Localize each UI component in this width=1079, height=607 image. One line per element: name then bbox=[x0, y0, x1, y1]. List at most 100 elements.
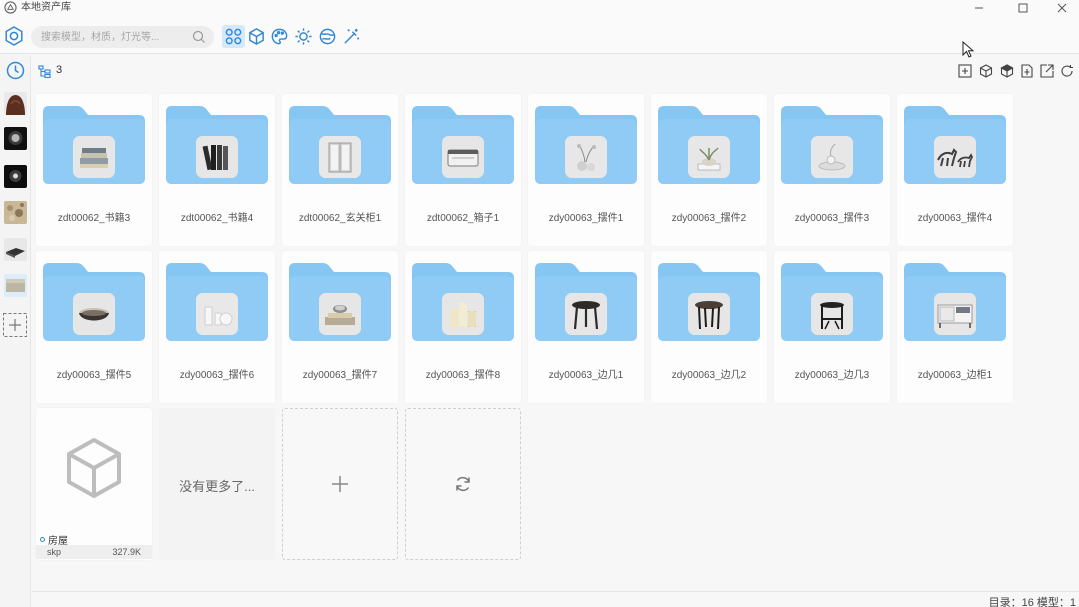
minimize-button[interactable] bbox=[959, 0, 999, 16]
filter-materials-button[interactable] bbox=[268, 25, 291, 48]
import-icon bbox=[1021, 64, 1033, 78]
folder-thumbnail bbox=[688, 293, 730, 335]
maximize-button[interactable] bbox=[1003, 0, 1043, 16]
folder-label: zdy00063_摆件4 bbox=[917, 213, 993, 224]
mouse-cursor-icon bbox=[962, 41, 975, 58]
settings-gear-icon[interactable] bbox=[3, 25, 25, 47]
folder-card[interactable]: zdt00062_玄关柜1 bbox=[282, 94, 398, 246]
plus-icon bbox=[332, 476, 348, 492]
folder-card[interactable]: zdy00063_摆件7 bbox=[282, 251, 398, 403]
search-icon[interactable] bbox=[192, 30, 206, 44]
folder-card[interactable]: zdy00063_摆件8 bbox=[405, 251, 521, 403]
add-library-icon[interactable] bbox=[2, 312, 28, 338]
folder-card[interactable]: zdy00063_摆件6 bbox=[159, 251, 275, 403]
folder-thumbnail bbox=[442, 293, 484, 335]
folder-label: zdt00062_书籍4 bbox=[180, 213, 254, 224]
folder-thumbnail bbox=[565, 136, 607, 178]
folder-card[interactable]: zdy00063_摆件5 bbox=[36, 251, 152, 403]
folder-tree-icon bbox=[38, 65, 51, 78]
import-button[interactable] bbox=[1019, 63, 1035, 79]
grid-four-icon bbox=[225, 28, 242, 45]
search-input[interactable] bbox=[41, 29, 186, 45]
search-box bbox=[31, 26, 214, 48]
maximize-icon bbox=[1018, 3, 1028, 13]
cube-solid-icon bbox=[1000, 64, 1014, 78]
status-dot bbox=[40, 537, 45, 542]
folder-card[interactable]: zdy00063_摆件3 bbox=[774, 94, 890, 246]
folder-thumbnail bbox=[196, 293, 238, 335]
cube-outline-icon bbox=[979, 64, 993, 78]
folder-label: zdt00062_书籍3 bbox=[57, 213, 131, 224]
refresh-icon bbox=[1061, 65, 1073, 77]
reload-grid-button[interactable] bbox=[405, 408, 521, 560]
material-brown-thumb-icon[interactable] bbox=[4, 92, 27, 115]
model-placeholder-cube-icon bbox=[67, 438, 121, 498]
close-button[interactable] bbox=[1042, 0, 1079, 16]
add-model-button[interactable] bbox=[978, 63, 994, 79]
filter-lights-button[interactable] bbox=[292, 25, 315, 48]
folder-label: zdy00063_摆件1 bbox=[548, 213, 624, 224]
top-toolbar bbox=[0, 16, 1079, 54]
folder-label: zdy00063_边几3 bbox=[794, 370, 870, 381]
folder-thumbnail bbox=[565, 293, 607, 335]
model-format: skp bbox=[47, 547, 62, 557]
folder-label: zdy00063_摆件3 bbox=[794, 213, 870, 224]
device-thumb-icon[interactable] bbox=[4, 238, 27, 261]
refresh-button[interactable] bbox=[1059, 63, 1075, 79]
folder-label: zdy00063_摆件6 bbox=[179, 370, 255, 381]
add-folder-icon bbox=[958, 64, 972, 78]
folder-thumbnail bbox=[73, 136, 115, 178]
no-more-text: 没有更多了... bbox=[179, 479, 255, 494]
folder-thumbnail bbox=[811, 136, 853, 178]
folder-label: zdy00063_摆件8 bbox=[425, 370, 501, 381]
folder-label: zdt00062_箱子1 bbox=[426, 213, 500, 224]
sun-light-icon bbox=[295, 28, 312, 45]
folder-label: zdy00063_摆件7 bbox=[302, 370, 378, 381]
folder-thumbnail bbox=[934, 293, 976, 335]
refresh-icon bbox=[456, 476, 470, 492]
folder-card[interactable]: zdy00063_摆件1 bbox=[528, 94, 644, 246]
folder-card[interactable]: zdt00062_箱子1 bbox=[405, 94, 521, 246]
folder-card[interactable]: zdy00063_边几3 bbox=[774, 251, 890, 403]
folder-card[interactable]: zdt00062_书籍3 bbox=[36, 94, 152, 246]
folder-card[interactable]: zdy00063_摆件4 bbox=[897, 94, 1013, 246]
folder-card[interactable]: zdy00063_边几2 bbox=[651, 251, 767, 403]
folder-label: zdt00062_玄关柜1 bbox=[298, 213, 382, 224]
filter-effects-button[interactable] bbox=[340, 25, 363, 48]
left-library-rail bbox=[0, 55, 31, 607]
no-more-placeholder: 没有更多了... bbox=[159, 408, 275, 560]
folder-thumbnail bbox=[442, 136, 484, 178]
filter-all-button[interactable] bbox=[222, 25, 245, 48]
close-icon bbox=[1057, 3, 1067, 13]
light-glow-thumb-icon[interactable] bbox=[4, 165, 27, 188]
filter-models-button[interactable] bbox=[245, 25, 268, 48]
folder-thumbnail bbox=[811, 293, 853, 335]
model-card-house[interactable]: 房屋 skp 327.9K bbox=[36, 408, 152, 560]
filter-environment-button[interactable] bbox=[316, 25, 339, 48]
asset-library-window: 本地资产库 搜索模型，材质，灯光等... 3 zdt00062_书籍3 zdt0… bbox=[0, 0, 1079, 607]
folder-thumbnail bbox=[73, 293, 115, 335]
export-button[interactable] bbox=[1039, 63, 1055, 79]
add-asset-button[interactable] bbox=[282, 408, 398, 560]
folder-toolbar: 3 bbox=[32, 60, 1079, 82]
cube-icon bbox=[249, 28, 264, 45]
folder-thumbnail bbox=[688, 136, 730, 178]
app-logo-icon bbox=[4, 1, 17, 14]
new-folder-button[interactable] bbox=[957, 63, 973, 79]
magic-wand-icon bbox=[344, 28, 360, 44]
folder-thumbnail bbox=[319, 136, 361, 178]
globe-texture-icon bbox=[319, 28, 336, 45]
folder-card[interactable]: zdt00062_书籍4 bbox=[159, 94, 275, 246]
light-spot-thumb-icon[interactable] bbox=[4, 127, 27, 150]
model-meta: skp 327.9K bbox=[36, 545, 152, 559]
folder-card[interactable]: zdy00063_边几1 bbox=[528, 251, 644, 403]
folder-thumbnail bbox=[934, 136, 976, 178]
folder-card[interactable]: zdy00063_摆件2 bbox=[651, 94, 767, 246]
fabric-thumb-icon[interactable] bbox=[4, 274, 27, 297]
window-title: 本地资产库 bbox=[21, 2, 71, 13]
history-clock-icon[interactable] bbox=[4, 59, 27, 82]
folder-card[interactable]: zdy00063_边柜1 bbox=[897, 251, 1013, 403]
stone-texture-thumb-icon[interactable] bbox=[4, 201, 27, 224]
folder-label: zdy00063_边几2 bbox=[671, 370, 747, 381]
add-model-group-button[interactable] bbox=[999, 63, 1015, 79]
